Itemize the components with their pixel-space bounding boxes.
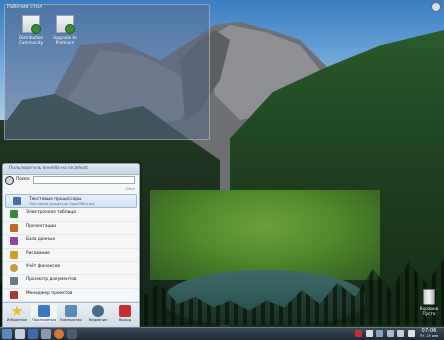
tab-label: Выход: [118, 318, 132, 322]
menu-item-label: Учёт финансов: [26, 263, 60, 269]
tab-leave[interactable]: Выход: [112, 305, 138, 322]
trash-label: Корзина Пусто: [419, 306, 439, 316]
menu-item-word-processor[interactable]: Текстовые процессоры Текстовый процессор…: [5, 194, 137, 209]
tab-computer[interactable]: Компьютер: [58, 305, 84, 322]
valley: [150, 190, 380, 280]
folder-view-widget[interactable]: Рабочий стол Distribution Community Upgr…: [4, 4, 210, 140]
tab-label: Компьютер: [60, 318, 82, 322]
tab-label: Приложения: [31, 318, 57, 322]
clock-icon: [92, 305, 104, 317]
spreadsheet-icon: [10, 210, 18, 219]
menu-item-label: Рисование: [26, 250, 50, 256]
taskbar-panel: 07:06 Пт, 25 янв: [0, 327, 444, 340]
firefox-icon[interactable]: [54, 329, 64, 339]
power-icon: [119, 305, 131, 317]
menu-item-label: Презентации: [26, 223, 56, 229]
binoculars-icon: [5, 176, 14, 185]
search-input[interactable]: [33, 176, 135, 184]
document-viewer-icon: [10, 277, 18, 286]
tab-label: Избранное: [6, 318, 28, 322]
trash-icon: [423, 289, 435, 305]
menu-item-label: База данных: [26, 237, 56, 243]
presentation-icon: [10, 223, 18, 232]
notifications-icon[interactable]: [397, 330, 405, 337]
menu-item-label: Электронная таблица: [26, 210, 76, 216]
file-manager-icon[interactable]: [15, 329, 25, 339]
clock[interactable]: 07:06 Пт, 25 янв: [415, 328, 443, 338]
document-icon: [56, 15, 75, 34]
computer-icon: [65, 305, 77, 317]
search-row: Поиск: [3, 175, 139, 185]
tab-recent[interactable]: Недавние: [85, 305, 111, 322]
drawing-icon: [10, 250, 18, 259]
menu-item-label: Менеджер проектов: [26, 290, 73, 296]
terminal-icon[interactable]: [67, 329, 77, 339]
star-icon: [11, 305, 23, 316]
clock-date: Пт, 25 янв: [419, 334, 439, 338]
applications-icon: [38, 305, 50, 317]
finance-icon: [10, 263, 18, 272]
volume-icon[interactable]: [407, 330, 415, 337]
badge-icon: [31, 24, 41, 34]
folder-view-title: Рабочий стол: [7, 4, 43, 10]
tab-label: Недавние: [88, 318, 108, 322]
menu-item-description: Текстовый процессор OpenOffice.org: [29, 202, 95, 206]
launcher-icon[interactable]: [2, 329, 12, 339]
menu-tabs: Избранное Приложения Компьютер Недавние …: [3, 302, 139, 329]
menu-header: Пользователь leveldla на localhost: [3, 164, 139, 175]
search-label: Поиск: [16, 177, 30, 182]
menu-item-database[interactable]: База данных: [3, 235, 139, 249]
desktop-item-upgrade[interactable]: Upgrade to Premium: [47, 15, 83, 45]
network-icon[interactable]: [386, 330, 394, 337]
document-icon: [22, 15, 41, 34]
desktop-item-distribution[interactable]: Distribution Community: [13, 15, 49, 45]
application-launcher-menu: Пользователь leveldla на localhost Поиск…: [2, 163, 140, 330]
menu-item-drawing[interactable]: Рисование: [3, 249, 139, 262]
tools-icon[interactable]: [41, 329, 51, 339]
desktop-item-label: Distribution Community: [18, 35, 44, 45]
system-tray: [355, 330, 417, 338]
menu-item-label: Просмотр документов: [26, 277, 77, 283]
clipboard-icon[interactable]: [365, 330, 373, 337]
tab-favorites[interactable]: Избранное: [4, 305, 30, 322]
badge-icon: [65, 24, 75, 34]
menu-list: Текстовые процессоры Текстовый процессор…: [3, 194, 139, 310]
trash[interactable]: Корзина Пусто: [416, 289, 442, 316]
updates-icon[interactable]: [376, 330, 384, 337]
menu-item-project-manager[interactable]: Менеджер проектов: [3, 289, 139, 303]
menu-item-spreadsheet[interactable]: Электронная таблица: [3, 208, 139, 222]
section-title: Ofiсe: [125, 187, 135, 191]
language-icon[interactable]: [355, 330, 362, 337]
desktop-item-label: Upgrade to Premium: [53, 35, 77, 45]
tab-applications[interactable]: Приложения: [31, 305, 57, 322]
menu-item-document-viewer[interactable]: Просмотр документов: [3, 275, 139, 289]
word-processor-icon: [13, 197, 21, 205]
database-icon: [10, 237, 18, 246]
browser-icon[interactable]: [28, 329, 38, 339]
desktop-toolbox-icon[interactable]: [431, 2, 441, 12]
menu-item-finance[interactable]: Учёт финансов: [3, 262, 139, 276]
menu-item-presentation[interactable]: Презентации: [3, 222, 139, 236]
project-manager-icon: [10, 290, 18, 299]
